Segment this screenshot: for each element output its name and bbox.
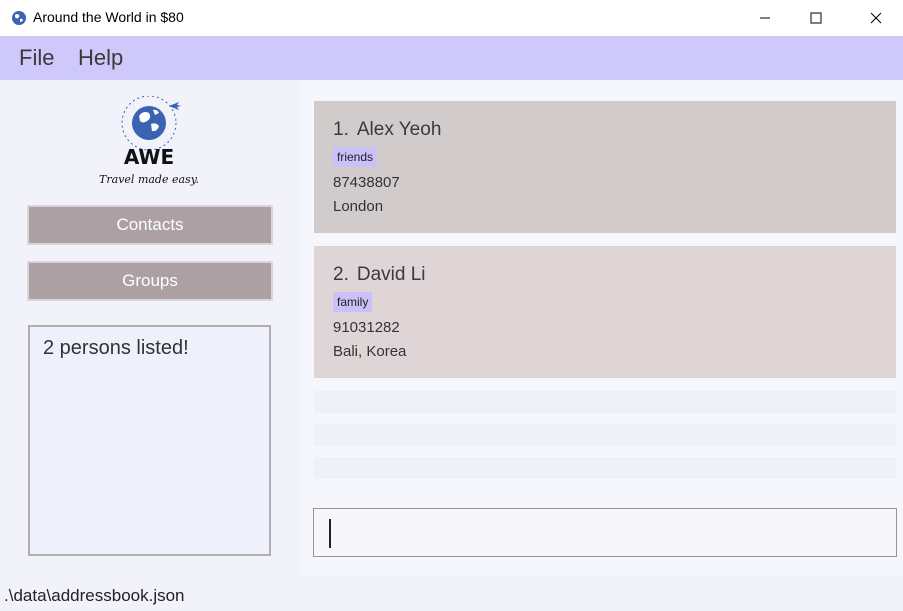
person-phone: 91031282	[333, 319, 400, 336]
svg-text:Travel made easy.: Travel made easy.	[99, 173, 199, 186]
svg-text:AWE: AWE	[124, 145, 174, 169]
menu-file[interactable]: File	[19, 45, 54, 71]
globe-icon	[12, 11, 26, 25]
groups-button[interactable]: Groups	[27, 261, 273, 301]
person-card[interactable]: 2. David Li family 91031282 Bali, Korea	[314, 246, 896, 378]
result-text: 2 persons listed!	[43, 337, 189, 359]
empty-list-row	[314, 424, 896, 446]
person-tag: family	[333, 292, 373, 312]
person-card[interactable]: 1. Alex Yeoh friends 87438807 London	[314, 101, 896, 233]
save-location: .\data\addressbook.json	[4, 586, 185, 605]
window-title: Around the World in $80	[33, 9, 184, 25]
person-name: David Li	[356, 264, 426, 285]
person-address: London	[333, 198, 384, 215]
person-phone: 87438807	[333, 174, 400, 191]
command-input[interactable]	[314, 509, 896, 556]
empty-list-row	[314, 457, 896, 479]
person-tag: friends	[333, 147, 378, 167]
empty-list-row	[314, 391, 896, 413]
contacts-button[interactable]: Contacts	[27, 205, 273, 245]
person-name-line: 1. Alex Yeoh	[333, 119, 877, 141]
command-box[interactable]	[313, 508, 897, 557]
minimize-icon[interactable]	[742, 0, 788, 36]
title-bar: Around the World in $80	[0, 0, 903, 36]
menu-bar: File Help	[0, 36, 903, 80]
person-name-line: 2. David Li	[333, 264, 877, 286]
menu-help[interactable]: Help	[78, 45, 123, 71]
maximize-icon[interactable]	[793, 0, 839, 36]
person-name: Alex Yeoh	[356, 119, 442, 140]
person-index: 2.	[333, 264, 349, 285]
text-caret	[329, 519, 331, 548]
close-icon[interactable]	[853, 0, 899, 36]
status-bar: .\data\addressbook.json	[0, 576, 903, 611]
awe-logo: AWE Travel made easy.	[99, 96, 199, 186]
person-index: 1.	[333, 119, 349, 140]
result-display: 2 persons listed!	[28, 325, 271, 556]
person-address: Bali, Korea	[333, 343, 407, 360]
